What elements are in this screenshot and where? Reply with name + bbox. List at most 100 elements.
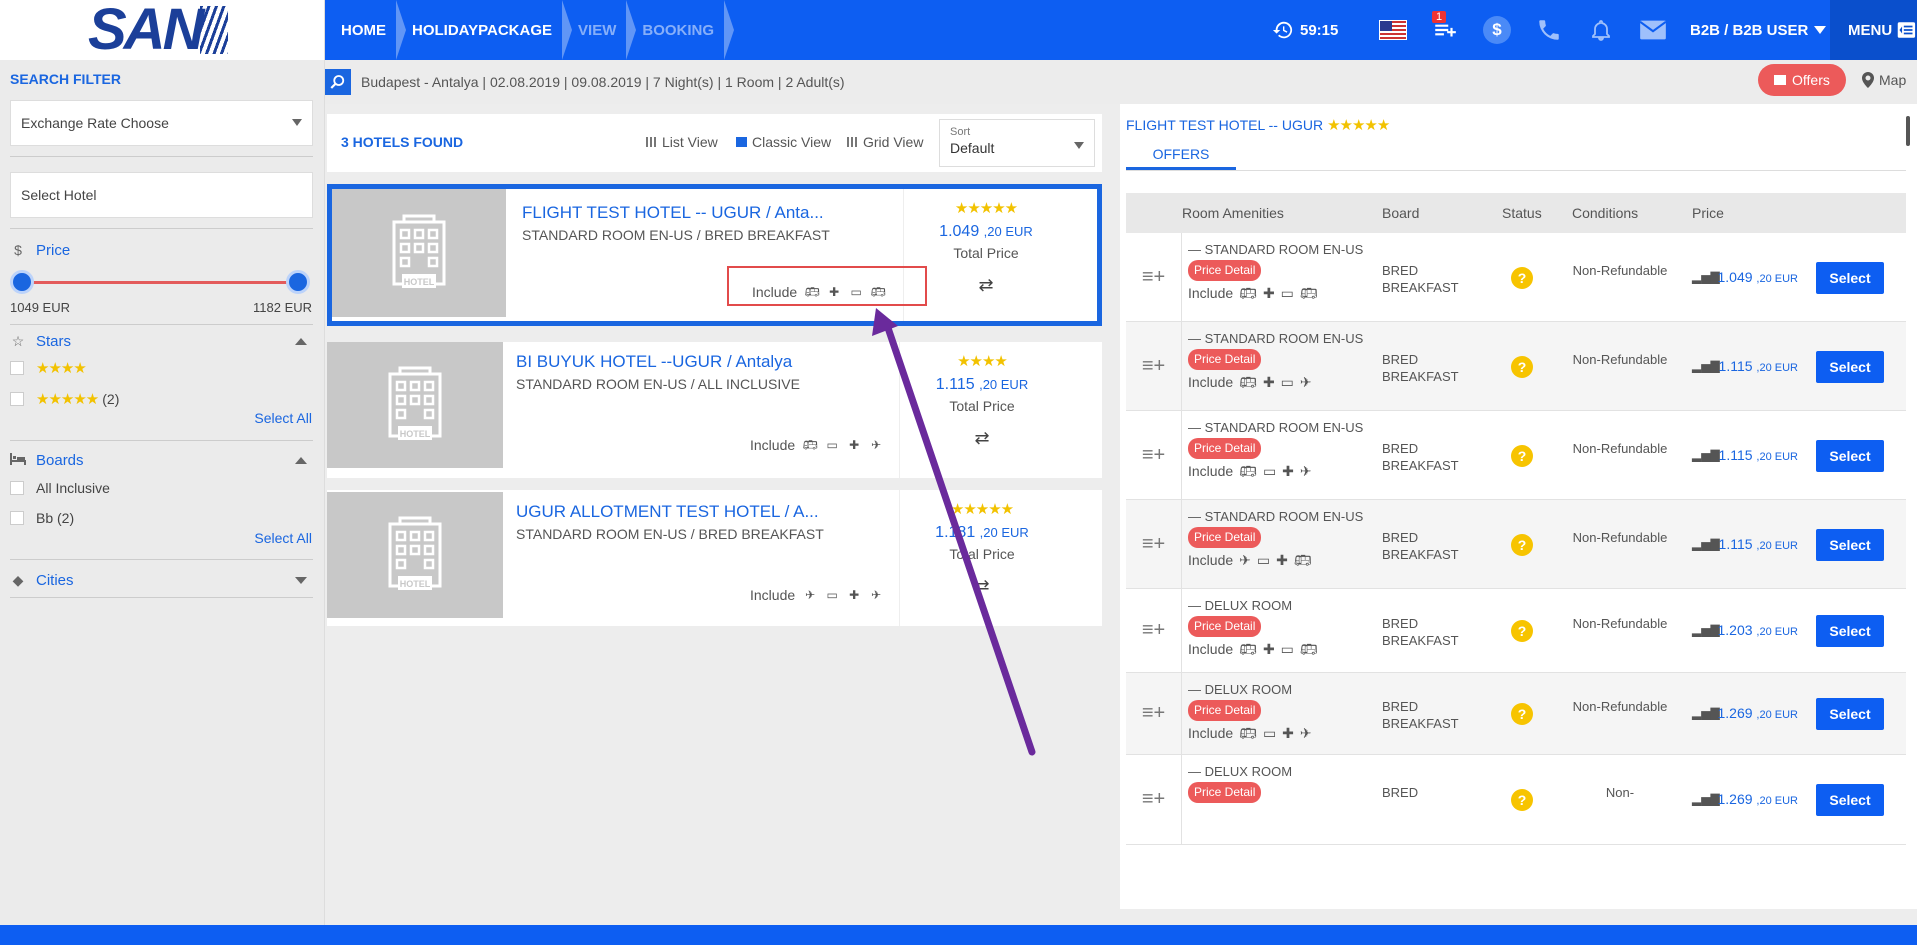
- question-status-icon[interactable]: ?: [1511, 620, 1533, 642]
- medical-icon: ✚: [1262, 285, 1275, 301]
- search-icon[interactable]: [325, 69, 351, 95]
- checkbox[interactable]: [10, 392, 24, 406]
- van-icon: ▭: [1280, 641, 1294, 657]
- include-label: Include: [1188, 725, 1234, 741]
- board-cell: BRED BREAKFAST: [1382, 263, 1459, 295]
- boards-select-all[interactable]: Select All: [254, 530, 312, 546]
- room-name: — STANDARD ROOM EN-US: [1188, 509, 1364, 524]
- price-detail-button[interactable]: Price Detail: [1188, 782, 1262, 803]
- flight-icon: ✈︎: [1299, 374, 1312, 390]
- cities-section-header[interactable]: ◆ Cities: [10, 567, 313, 593]
- select-offer-button[interactable]: Select: [1816, 351, 1884, 383]
- question-status-icon[interactable]: ?: [1511, 534, 1533, 556]
- offer-row: ≡+ — STANDARD ROOM EN-US Price Detail Inclu…: [1126, 322, 1906, 411]
- room-name: — STANDARD ROOM EN-US: [1188, 242, 1364, 257]
- stars-label: Stars: [36, 332, 72, 350]
- offers-table-header: Room Amenities Board Status Conditions P…: [1126, 193, 1906, 233]
- hotel-building-icon: HOTEL: [388, 366, 442, 440]
- price-detail-button[interactable]: Price Detail: [1188, 438, 1262, 459]
- add-to-list-icon[interactable]: ≡+: [1126, 589, 1182, 672]
- hotel-name-link[interactable]: FLIGHT TEST HOTEL -- UGUR / Anta...: [522, 203, 824, 223]
- compare-arrows-icon[interactable]: ⇄: [904, 275, 1068, 296]
- add-to-list-icon[interactable]: ≡+: [1126, 673, 1182, 754]
- breadcrumb-home[interactable]: HOME: [325, 0, 406, 60]
- menu-button[interactable]: MENU: [1830, 0, 1917, 60]
- user-dropdown[interactable]: B2B / B2B USER: [1690, 0, 1827, 60]
- hotel-name-link[interactable]: UGUR ALLOTMENT TEST HOTEL / A...: [516, 502, 819, 522]
- exchange-rate-select[interactable]: Exchange Rate Choose: [10, 100, 313, 146]
- list-view-option[interactable]: List View: [646, 134, 718, 150]
- stars-select-all[interactable]: Select All: [254, 410, 312, 426]
- dollar-icon: $: [14, 242, 22, 258]
- add-to-list-icon[interactable]: ≡+: [1126, 755, 1182, 844]
- room-name: — STANDARD ROOM EN-US: [1188, 420, 1364, 435]
- question-status-icon[interactable]: ?: [1511, 267, 1533, 289]
- room-includes: Include 🚌︎ ▭ ✚ ✈︎: [1188, 463, 1366, 480]
- stars-option-5[interactable]: ★★★★★ (2): [10, 388, 313, 410]
- price-slider-max-handle[interactable]: [286, 270, 310, 294]
- grid-view-option[interactable]: Grid View: [847, 134, 923, 150]
- breadcrumb-holidaypackage[interactable]: HOLIDAYPACKAGE: [396, 0, 573, 60]
- phone-icon[interactable]: [1534, 15, 1564, 45]
- room-name: — STANDARD ROOM EN-US: [1188, 331, 1364, 346]
- board-cell: BRED BREAKFAST: [1382, 441, 1459, 473]
- classic-view-option[interactable]: Classic View: [736, 134, 831, 150]
- select-offer-button[interactable]: Select: [1816, 440, 1884, 472]
- cart-list-icon[interactable]: 1: [1430, 11, 1460, 45]
- stars-section-header[interactable]: ☆ Stars: [10, 328, 313, 354]
- language-flag-icon[interactable]: [1378, 15, 1408, 45]
- price-detail-button[interactable]: Price Detail: [1188, 260, 1262, 281]
- price-detail-button[interactable]: Price Detail: [1188, 616, 1262, 637]
- mail-icon[interactable]: [1638, 15, 1668, 45]
- checkbox[interactable]: [10, 511, 24, 525]
- currency-dollar-icon[interactable]: $: [1482, 15, 1512, 45]
- sort-select[interactable]: Sort Default: [939, 119, 1095, 167]
- room-amenities-cell: — DELUX ROOM Price Detail Include 🚌︎ ▭ ✚ ✈︎: [1188, 681, 1366, 742]
- hotel-card[interactable]: HOTEL BI BUYUK HOTEL --UGUR / Antalya ST…: [327, 342, 1102, 478]
- compare-arrows-icon[interactable]: ⇄: [900, 576, 1064, 597]
- select-hotel-input[interactable]: Select Hotel: [10, 172, 313, 218]
- hotel-placeholder-label: HOTEL: [400, 429, 431, 439]
- checkbox[interactable]: [10, 481, 24, 495]
- compare-arrows-icon[interactable]: ⇄: [900, 428, 1064, 449]
- price-slider-track[interactable]: [22, 281, 298, 284]
- add-to-list-icon[interactable]: ≡+: [1126, 500, 1182, 588]
- offers-button[interactable]: Offers: [1758, 64, 1846, 96]
- add-to-list-icon[interactable]: ≡+: [1126, 322, 1182, 410]
- price-slider-min-handle[interactable]: [10, 270, 34, 294]
- divider: [10, 597, 313, 598]
- stars-option-4[interactable]: ★★★★: [10, 357, 313, 379]
- question-status-icon[interactable]: ?: [1511, 356, 1533, 378]
- price-detail-button[interactable]: Price Detail: [1188, 527, 1262, 548]
- select-offer-button[interactable]: Select: [1816, 262, 1884, 294]
- breadcrumb-view: VIEW: [562, 0, 637, 60]
- question-status-icon[interactable]: ?: [1511, 789, 1533, 811]
- van-icon: ▭: [1262, 463, 1277, 479]
- bed-icon: [10, 452, 26, 468]
- hotel-name-link[interactable]: BI BUYUK HOTEL --UGUR / Antalya: [516, 352, 792, 372]
- question-status-icon[interactable]: ?: [1511, 445, 1533, 467]
- offers-scrollbar[interactable]: [1906, 116, 1910, 146]
- bell-icon[interactable]: [1586, 15, 1616, 45]
- board-option-all-inclusive[interactable]: All Inclusive: [10, 477, 313, 499]
- question-status-icon[interactable]: ?: [1511, 703, 1533, 725]
- board-option-bb[interactable]: Bb (2): [10, 507, 313, 529]
- map-button[interactable]: Map: [1862, 64, 1906, 96]
- hotel-card[interactable]: HOTEL UGUR ALLOTMENT TEST HOTEL / A... S…: [327, 490, 1102, 626]
- tab-offers[interactable]: OFFERS: [1126, 140, 1236, 170]
- boards-section-header[interactable]: Boards: [10, 447, 313, 473]
- select-offer-button[interactable]: Select: [1816, 784, 1884, 816]
- add-to-list-icon[interactable]: ≡+: [1126, 411, 1182, 499]
- select-offer-button[interactable]: Select: [1816, 698, 1884, 730]
- checkbox[interactable]: [10, 361, 24, 375]
- select-offer-button[interactable]: Select: [1816, 615, 1884, 647]
- hotel-card[interactable]: HOTEL FLIGHT TEST HOTEL -- UGUR / Anta..…: [327, 184, 1102, 326]
- logo-area[interactable]: SAN: [0, 0, 325, 60]
- status-cell: ?: [1492, 445, 1552, 467]
- price-detail-button[interactable]: Price Detail: [1188, 349, 1262, 370]
- add-to-list-icon[interactable]: ≡+: [1126, 233, 1182, 321]
- status-cell: ?: [1492, 789, 1552, 811]
- price-detail-button[interactable]: Price Detail: [1188, 700, 1262, 721]
- select-offer-button[interactable]: Select: [1816, 529, 1884, 561]
- top-bar: SAN HOME HOLIDAYPACKAGE VIEW BOOKING 59:…: [0, 0, 1917, 60]
